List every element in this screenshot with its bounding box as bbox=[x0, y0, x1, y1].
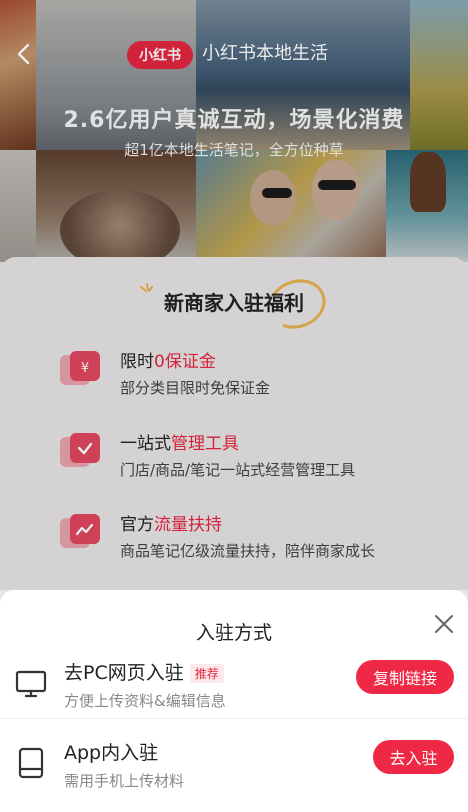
option-title: 去PC网页入驻 推荐 bbox=[64, 658, 224, 685]
benefit-desc: 部分类目限时免保证金 bbox=[120, 379, 271, 397]
copy-link-button[interactable]: 复制链接 bbox=[356, 660, 454, 694]
benefit-desc: 门店/商品/笔记一站式经营管理工具 bbox=[120, 461, 356, 479]
benefit-item: 官方流量扶持 商品笔记亿级流量扶持，陪伴商家成长 bbox=[0, 510, 468, 580]
trend-icon bbox=[60, 514, 100, 548]
sheet-title: 入驻方式 bbox=[195, 622, 272, 644]
option-app[interactable]: App内入驻 需用手机上传材料 去入驻 bbox=[0, 730, 468, 810]
close-icon[interactable] bbox=[432, 612, 456, 636]
back-arrow-icon[interactable] bbox=[10, 40, 38, 68]
benefit-title: 限时0保证金 bbox=[120, 352, 216, 372]
benefit-desc: 商品笔记亿级流量扶持，陪伴商家成长 bbox=[120, 542, 376, 560]
benefit-title: 一站式管理工具 bbox=[120, 434, 239, 454]
hero-headline: 2.6亿用户真诚互动，场景化消费 bbox=[63, 108, 405, 133]
benefits-title: 新商家入驻福利 bbox=[164, 291, 304, 315]
option-desc: 方便上传资料&编辑信息 bbox=[64, 692, 226, 710]
check-icon bbox=[60, 433, 100, 467]
option-title: App内入驻 bbox=[64, 742, 159, 764]
tablet-icon bbox=[18, 747, 44, 779]
join-method-sheet: 入驻方式 去PC网页入驻 推荐 方便上传资料&编辑信息 复制链接 App内入驻 需… bbox=[0, 590, 468, 812]
go-join-button[interactable]: 去入驻 bbox=[373, 740, 454, 774]
option-desc: 需用手机上传材料 bbox=[64, 772, 185, 790]
svg-text:¥: ¥ bbox=[81, 361, 89, 376]
benefit-item: 一站式管理工具 门店/商品/笔记一站式经营管理工具 bbox=[0, 429, 468, 499]
brand-logo: 小红书 bbox=[127, 41, 193, 69]
brand-title: 小红书本地生活 bbox=[202, 43, 328, 64]
benefit-title: 官方流量扶持 bbox=[120, 515, 222, 535]
monitor-icon bbox=[15, 670, 47, 698]
divider bbox=[0, 718, 468, 719]
hero-banner: 小红书 小红书本地生活 2.6亿用户真诚互动，场景化消费 超1亿本地生活笔记，全… bbox=[0, 0, 468, 262]
benefit-item: ¥ 限时0保证金 部分类目限时免保证金 bbox=[0, 347, 468, 417]
recommend-badge: 推荐 bbox=[189, 664, 224, 683]
yuan-icon: ¥ bbox=[60, 351, 100, 385]
hero-subheadline: 超1亿本地生活笔记，全方位种草 bbox=[124, 141, 344, 159]
benefits-card: 新商家入驻福利 ¥ 限时0保证金 部分类目限时免保证金 一站式管理工具 门店/商… bbox=[0, 257, 468, 637]
